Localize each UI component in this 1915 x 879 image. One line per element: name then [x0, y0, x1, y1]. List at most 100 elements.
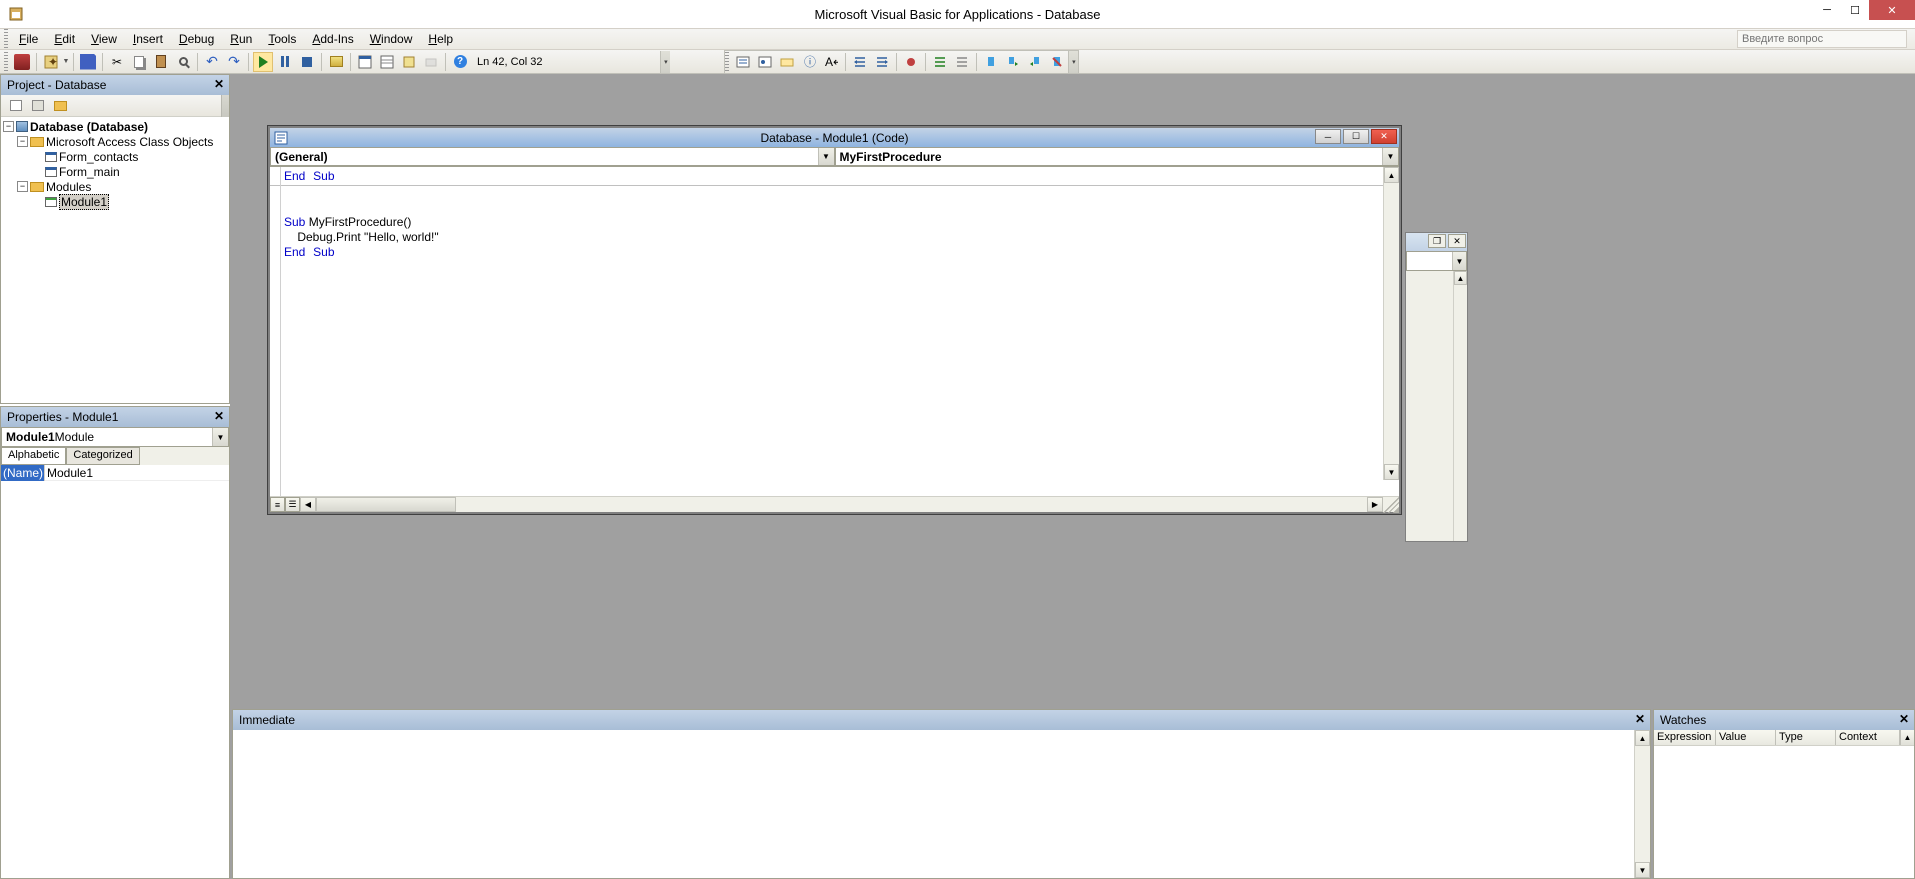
bookmark-prev-button[interactable]	[1025, 52, 1045, 72]
tree-modules-label[interactable]: Modules	[46, 180, 91, 194]
uncomment-block-button[interactable]	[952, 52, 972, 72]
immediate-scrollbar[interactable]: ▲ ▼	[1634, 730, 1650, 878]
background-window[interactable]: ❐ ✕ ▼ ▲	[1405, 232, 1468, 542]
reset-button[interactable]	[297, 52, 317, 72]
immediate-body[interactable]: ▲ ▼	[233, 730, 1650, 878]
properties-close-button[interactable]: ✕	[211, 408, 227, 424]
project-explorer-close-button[interactable]: ✕	[211, 76, 227, 92]
scroll-left-icon[interactable]: ◀	[300, 497, 316, 512]
code-vertical-scrollbar[interactable]: ▲ ▼	[1383, 167, 1399, 480]
project-tree[interactable]: − Database (Database) − Microsoft Access…	[1, 117, 229, 403]
find-button[interactable]	[173, 52, 193, 72]
bookmark-toggle-button[interactable]	[981, 52, 1001, 72]
watches-scroll-up[interactable]: ▲	[1900, 730, 1914, 745]
bg-window-combo[interactable]: ▼	[1406, 251, 1467, 271]
project-toolbar-end-grip[interactable]	[221, 95, 229, 117]
complete-word-button[interactable]: A↵	[821, 52, 841, 72]
immediate-close-button[interactable]: ✕	[1632, 711, 1648, 727]
copy-button[interactable]	[129, 52, 149, 72]
code-horizontal-scrollbar[interactable]: ◀ ▶	[300, 497, 1383, 512]
scroll-right-icon[interactable]: ▶	[1367, 497, 1383, 512]
tab-categorized[interactable]: Categorized	[66, 447, 139, 465]
procedure-view-button[interactable]: ≡	[270, 497, 285, 512]
cut-button[interactable]: ✂	[107, 52, 127, 72]
code-window-titlebar[interactable]: Database - Module1 (Code) ─ ☐ ✕	[270, 128, 1399, 147]
help-search-box[interactable]	[1737, 30, 1907, 48]
tree-root-label[interactable]: Database (Database)	[30, 120, 148, 134]
outdent-button[interactable]	[872, 52, 892, 72]
tree-class-objects-label[interactable]: Microsoft Access Class Objects	[46, 135, 213, 149]
list-constants-button[interactable]	[755, 52, 775, 72]
comment-block-button[interactable]	[930, 52, 950, 72]
view-object-button[interactable]	[28, 96, 48, 116]
toolbar-grip-1[interactable]	[4, 52, 8, 72]
watches-close-button[interactable]: ✕	[1896, 711, 1912, 727]
tree-form-main[interactable]: Form_main	[59, 165, 120, 179]
watches-col-type[interactable]: Type	[1776, 730, 1836, 745]
menu-insert[interactable]: Insert	[125, 30, 171, 48]
full-module-view-button[interactable]: ☰	[285, 497, 300, 512]
tree-expand-modules[interactable]: −	[17, 181, 28, 192]
view-code-button[interactable]	[6, 96, 26, 116]
bookmark-next-button[interactable]	[1003, 52, 1023, 72]
maximize-button[interactable]: ☐	[1841, 0, 1869, 20]
scroll-down-icon[interactable]: ▼	[1384, 464, 1399, 480]
scroll-thumb[interactable]	[316, 497, 456, 512]
code-text[interactable]: End Sub Sub MyFirstProcedure() Debug.Pri…	[270, 167, 1399, 262]
properties-grid[interactable]: (Name) Module1	[1, 465, 229, 878]
toolbar-overflow-2[interactable]: ▾	[1068, 51, 1078, 73]
view-access-button[interactable]	[12, 52, 32, 72]
bg-window-restore[interactable]: ❐	[1428, 234, 1446, 248]
menu-view[interactable]: View	[83, 30, 125, 48]
tree-form-contacts[interactable]: Form_contacts	[59, 150, 138, 164]
help-search-input[interactable]	[1737, 30, 1907, 48]
run-button[interactable]	[253, 52, 273, 72]
insert-button[interactable]: ✦	[41, 52, 61, 72]
code-window-minimize[interactable]: ─	[1315, 129, 1341, 144]
menu-debug[interactable]: Debug	[171, 30, 222, 48]
tree-expand-root[interactable]: −	[3, 121, 14, 132]
toggle-folders-button[interactable]	[50, 96, 70, 116]
scroll-down-icon[interactable]: ▼	[1635, 862, 1650, 878]
watches-col-expression[interactable]: Expression	[1654, 730, 1716, 745]
object-combo[interactable]: (General) ▼	[270, 147, 835, 166]
code-window-close[interactable]: ✕	[1371, 129, 1397, 144]
combo-arrow-icon[interactable]: ▼	[212, 428, 228, 446]
bg-window-close[interactable]: ✕	[1448, 234, 1466, 248]
watches-col-value[interactable]: Value	[1716, 730, 1776, 745]
save-button[interactable]	[78, 52, 98, 72]
tree-module1[interactable]: Module1	[59, 194, 109, 210]
project-explorer-button[interactable]	[355, 52, 375, 72]
procedure-combo[interactable]: MyFirstProcedure ▼	[835, 147, 1400, 166]
quick-info-button[interactable]	[777, 52, 797, 72]
property-name-value[interactable]: Module1	[45, 465, 229, 481]
bg-scroll-up[interactable]: ▲	[1454, 271, 1467, 285]
watches-body[interactable]	[1654, 746, 1914, 878]
chevron-down-icon[interactable]: ▼	[818, 148, 834, 165]
property-row-name[interactable]: (Name) Module1	[1, 465, 229, 481]
redo-button[interactable]	[224, 52, 244, 72]
toolbar-grip-2[interactable]	[725, 52, 729, 72]
chevron-down-icon[interactable]: ▼	[1382, 148, 1398, 165]
bookmark-clear-button[interactable]	[1047, 52, 1067, 72]
close-button[interactable]: ✕	[1869, 0, 1915, 20]
tree-expand-class-objects[interactable]: −	[17, 136, 28, 147]
minimize-button[interactable]: ─	[1813, 0, 1841, 20]
menu-edit[interactable]: Edit	[46, 30, 83, 48]
menu-addins[interactable]: Add-Ins	[304, 30, 361, 48]
code-window-maximize[interactable]: ☐	[1343, 129, 1369, 144]
properties-object-combo[interactable]: Module1 Module ▼	[1, 427, 229, 447]
menu-help[interactable]: Help	[420, 30, 461, 48]
properties-window-button[interactable]	[377, 52, 397, 72]
menu-run[interactable]: Run	[222, 30, 260, 48]
code-editor[interactable]: End Sub Sub MyFirstProcedure() Debug.Pri…	[270, 167, 1399, 496]
toolbox-button[interactable]	[421, 52, 441, 72]
menu-window[interactable]: Window	[362, 30, 421, 48]
help-button[interactable]: ?	[450, 52, 470, 72]
resize-grip[interactable]	[1383, 497, 1399, 513]
scroll-up-icon[interactable]: ▲	[1635, 730, 1650, 746]
tab-alphabetic[interactable]: Alphabetic	[1, 447, 66, 465]
parameter-info-button[interactable]: ⓘ	[799, 52, 819, 72]
watches-col-context[interactable]: Context	[1836, 730, 1900, 745]
toolbar-overflow-1[interactable]: ▾	[660, 51, 670, 73]
